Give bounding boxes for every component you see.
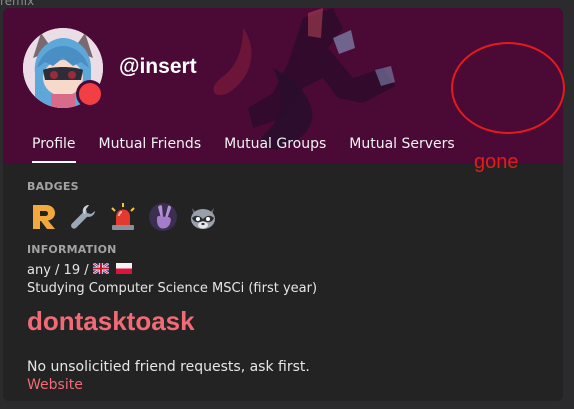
status-indicator: [76, 80, 104, 108]
badges-list: [27, 199, 547, 235]
r-letter-badge-icon[interactable]: [27, 201, 59, 233]
raccoon-icon[interactable]: [187, 201, 219, 233]
tab-mutual-servers[interactable]: Mutual Servers: [349, 130, 454, 163]
info-education: Studying Computer Science MSCi (first ye…: [27, 281, 318, 296]
information-title: INFORMATION: [27, 243, 117, 256]
poland-flag-icon: [115, 263, 132, 278]
annotation-label: gone: [474, 151, 519, 173]
tab-mutual-groups[interactable]: Mutual Groups: [224, 130, 326, 163]
avatar[interactable]: [23, 28, 104, 108]
rotating-light-icon[interactable]: [107, 201, 139, 233]
background-app-text: remix: [0, 0, 35, 8]
bio-text: No unsolicitied friend requests, ask fir…: [27, 359, 310, 375]
annotation-circle: [451, 42, 565, 134]
info-demographics-text: any / 19 /: [27, 263, 89, 278]
username: @insert: [119, 55, 197, 78]
victory-hand-icon[interactable]: [147, 201, 179, 233]
badges-title: BADGES: [27, 180, 79, 193]
info-demographics: any / 19 /: [27, 262, 547, 278]
uk-flag-icon: [92, 262, 110, 278]
profile-tabs: Profile Mutual Friends Mutual Groups Mut…: [21, 130, 467, 163]
profile-content: BADGES INFORMATION any / 19 / Studying C…: [27, 180, 547, 393]
tab-mutual-friends[interactable]: Mutual Friends: [99, 130, 202, 163]
wrench-icon[interactable]: [67, 201, 99, 233]
tab-profile[interactable]: Profile: [32, 130, 76, 163]
bio-heading: dontasktoask: [27, 306, 195, 336]
website-link[interactable]: Website: [27, 377, 547, 393]
